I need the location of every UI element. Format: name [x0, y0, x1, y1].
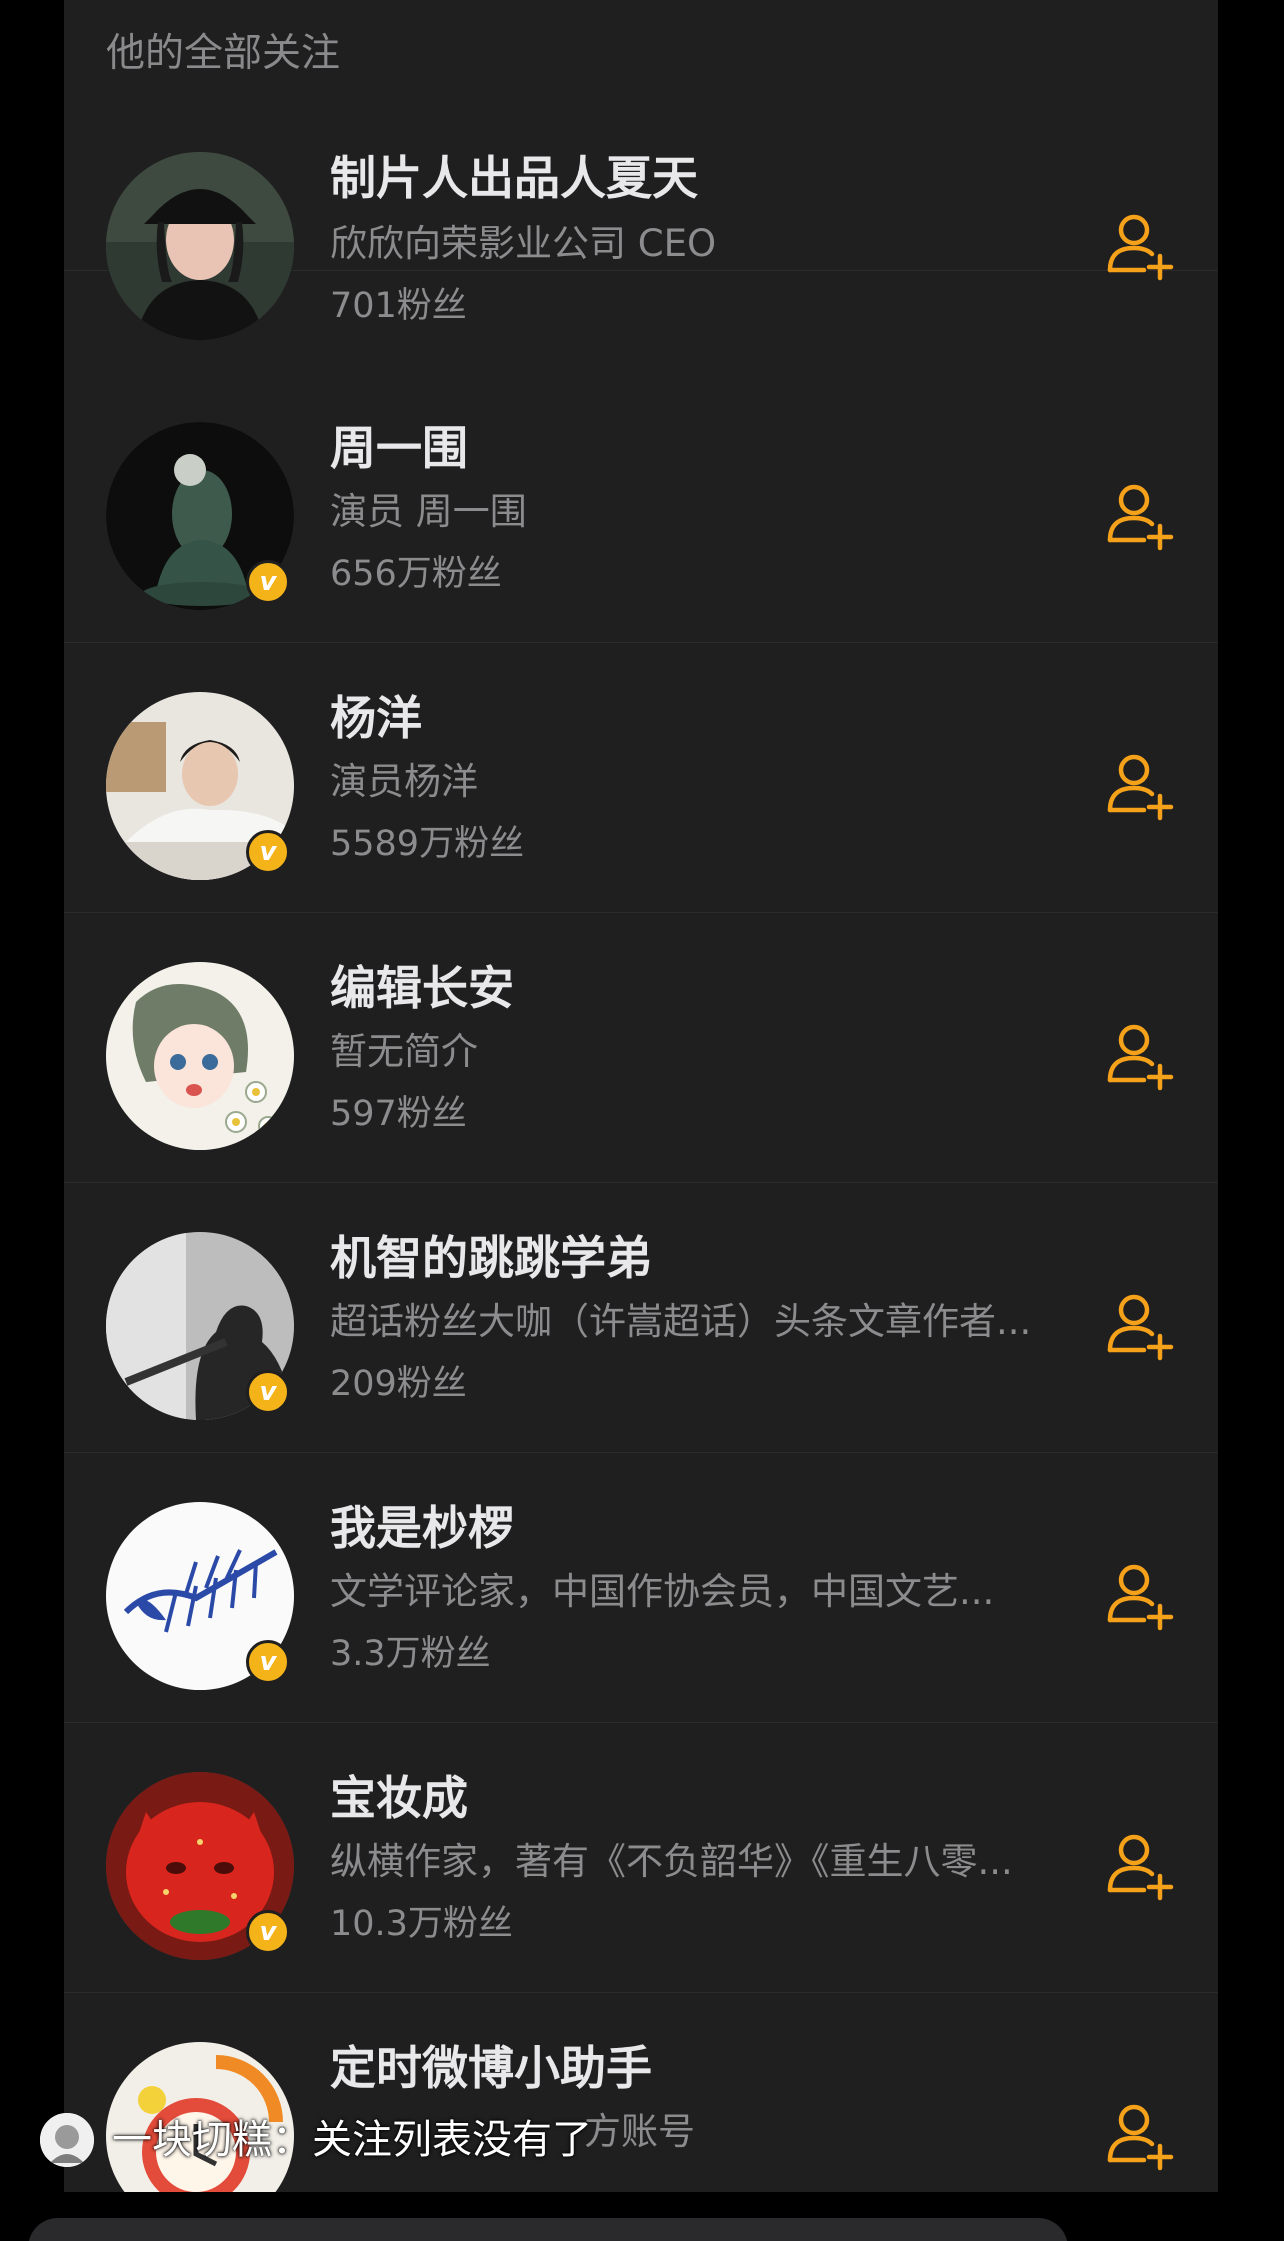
- avatar[interactable]: [106, 152, 294, 340]
- avatar[interactable]: v: [106, 1232, 294, 1420]
- user-desc: 欣欣向荣影业公司 CEO: [330, 222, 717, 265]
- add-user-icon: [1107, 2104, 1174, 2171]
- user-fans: 701粉丝: [330, 286, 467, 326]
- follow-button[interactable]: [1104, 1830, 1176, 1902]
- user-fans: 10.3万粉丝: [330, 1904, 513, 1944]
- user-desc: 演员杨洋: [330, 760, 478, 803]
- verified-badge-icon: v: [246, 560, 290, 604]
- add-user-icon: [1107, 754, 1174, 821]
- user-row-6[interactable]: v 宝妆成 纵横作家，著有《不负韶华》《重生八零... 10.3万粉丝: [64, 1722, 1218, 1993]
- subtitle-speaker: 一块切糕：: [112, 2117, 312, 2163]
- avatar[interactable]: v: [106, 422, 294, 610]
- avatar[interactable]: v: [106, 1772, 294, 1960]
- verified-badge-icon: v: [246, 1910, 290, 1954]
- follow-button[interactable]: [1104, 1020, 1176, 1092]
- user-name[interactable]: 定时微博小助手: [330, 2038, 652, 2098]
- follow-button[interactable]: [1104, 2100, 1176, 2172]
- user-fans: 5589万粉丝: [330, 824, 525, 864]
- user-row-2[interactable]: v 杨洋 演员杨洋 5589万粉丝: [64, 642, 1218, 913]
- user-row-3[interactable]: 编辑长安 暂无简介 597粉丝: [64, 912, 1218, 1183]
- user-desc: 文学评论家，中国作协会员，中国文艺...: [330, 1570, 995, 1613]
- user-row-1[interactable]: v 周一围 演员 周一围 656万粉丝: [64, 372, 1218, 643]
- user-desc: 演员 周一围: [330, 490, 527, 533]
- user-name[interactable]: 我是杪椤: [330, 1498, 514, 1558]
- user-fans: 209粉丝: [330, 1364, 467, 1404]
- user-fans: 3.3万粉丝: [330, 1634, 491, 1674]
- user-name[interactable]: 机智的跳跳学弟: [330, 1228, 652, 1288]
- user-name[interactable]: 制片人出品人夏天: [330, 148, 698, 208]
- add-user-icon: [1107, 1024, 1174, 1091]
- add-user-icon: [1107, 1834, 1174, 1901]
- user-name[interactable]: 周一围: [330, 418, 468, 478]
- avatar[interactable]: v: [106, 692, 294, 880]
- follow-button[interactable]: [1104, 1560, 1176, 1632]
- following-list-panel: 他的全部关注 制片人出品人夏天 欣欣向荣影业公司 CEO 701粉丝 v 周一围…: [64, 0, 1218, 2192]
- follow-button[interactable]: [1104, 750, 1176, 822]
- avatar[interactable]: v: [106, 1502, 294, 1690]
- subtitle-text: 关注列表没有了: [312, 2117, 592, 2163]
- verified-badge-icon: v: [246, 1370, 290, 1414]
- video-subtitle: 一块切糕： 关注列表没有了: [40, 2112, 592, 2168]
- user-name[interactable]: 宝妆成: [330, 1768, 468, 1828]
- user-desc: 纵横作家，著有《不负韶华》《重生八零...: [330, 1840, 1013, 1883]
- user-row-0[interactable]: 制片人出品人夏天 欣欣向荣影业公司 CEO 701粉丝: [64, 0, 1218, 340]
- add-user-icon: [1107, 484, 1174, 551]
- user-fans: 656万粉丝: [330, 554, 502, 594]
- verified-badge-icon: v: [246, 1640, 290, 1684]
- add-user-icon: [1107, 1294, 1174, 1361]
- user-name[interactable]: 编辑长安: [330, 958, 514, 1018]
- verified-badge-icon: v: [246, 830, 290, 874]
- user-row-4[interactable]: v 机智的跳跳学弟 超话粉丝大咖（许嵩超话）头条文章作者... 209粉丝: [64, 1182, 1218, 1453]
- user-name[interactable]: 杨洋: [330, 688, 422, 748]
- follow-button[interactable]: [1104, 210, 1176, 282]
- subtitle-avatar: [40, 2113, 94, 2167]
- user-desc: 暂无简介: [330, 1030, 478, 1073]
- follow-button[interactable]: [1104, 480, 1176, 552]
- screen: 他的全部关注 制片人出品人夏天 欣欣向荣影业公司 CEO 701粉丝 v 周一围…: [0, 0, 1284, 2241]
- user-fans: 597粉丝: [330, 1094, 467, 1134]
- user-desc: 超话粉丝大咖（许嵩超话）头条文章作者...: [330, 1300, 1032, 1343]
- user-desc: 方账号: [584, 2110, 695, 2153]
- add-user-icon: [1107, 1564, 1174, 1631]
- user-row-5[interactable]: v 我是杪椤 文学评论家，中国作协会员，中国文艺... 3.3万粉丝: [64, 1452, 1218, 1723]
- add-user-icon: [1107, 214, 1174, 281]
- bottom-bar[interactable]: [28, 2218, 1068, 2241]
- avatar[interactable]: [106, 962, 294, 1150]
- follow-button[interactable]: [1104, 1290, 1176, 1362]
